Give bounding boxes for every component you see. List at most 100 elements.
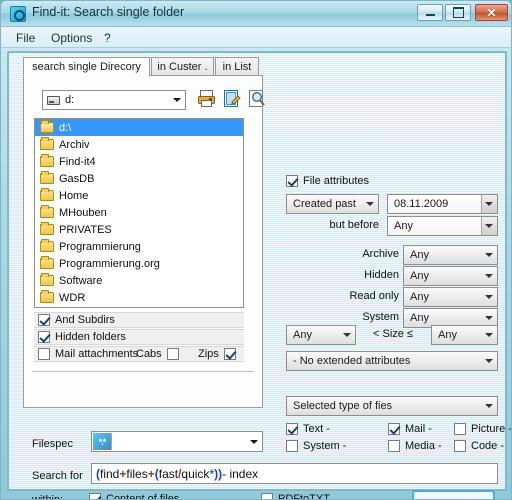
checkbox-cabs-label: Cabs: [136, 348, 162, 360]
search-token: +: [119, 466, 127, 481]
folder-list-item[interactable]: GasDB: [35, 170, 243, 187]
drive-icon: [47, 96, 60, 105]
minimize-button[interactable]: [417, 4, 443, 21]
tab-in-list[interactable]: in List: [215, 57, 259, 76]
checkbox-file-type[interactable]: Text -: [286, 423, 330, 435]
menu-item-file[interactable]: File: [11, 30, 40, 46]
folder-list-item[interactable]: WDR: [35, 289, 243, 306]
menu-item-options[interactable]: Options: [46, 30, 97, 46]
checkbox-pdf-to-txt-box: [261, 493, 273, 499]
folder-label: MHouben: [59, 206, 107, 219]
chevron-down-icon: [485, 404, 493, 408]
checkbox-file-type[interactable]: System -: [286, 440, 346, 452]
search-token: - index: [222, 466, 259, 481]
checkbox-file-type[interactable]: Mail -: [388, 423, 432, 435]
properties-icon[interactable]: [221, 88, 242, 109]
extended-attributes-select[interactable]: - No extended attributes: [286, 351, 498, 371]
label-filespec: Filespec: [32, 438, 73, 450]
folder-list-item[interactable]: d:\: [35, 119, 243, 136]
chevron-down-icon: [485, 274, 493, 278]
chevron-down-icon: [485, 333, 493, 337]
search-token: +: [147, 466, 155, 481]
checkbox-file-type-label: Media -: [405, 440, 442, 452]
size-max-select[interactable]: Any: [431, 325, 498, 345]
checkbox-cabs[interactable]: Cabs: [136, 348, 179, 360]
size-min-select[interactable]: Any: [286, 325, 356, 345]
checkbox-file-type-box: [286, 423, 298, 435]
folder-icon: [40, 239, 54, 252]
maximize-button[interactable]: [445, 4, 471, 21]
checkbox-file-type[interactable]: Picture -: [454, 423, 512, 435]
hidden-select[interactable]: Any: [403, 266, 498, 286]
print-icon[interactable]: [196, 88, 217, 109]
filespec-input[interactable]: *.*: [91, 431, 263, 452]
drive-select[interactable]: d:: [42, 90, 186, 110]
folder-tree-list[interactable]: d:\ Archiv Find-it4 GasDB Home MHouben PRIVATE…: [34, 118, 244, 308]
folder-icon: [40, 273, 54, 286]
read-only-value: Any: [410, 291, 429, 303]
preview-magnifier-icon[interactable]: [246, 88, 267, 109]
search-token: find: [100, 466, 120, 481]
label-read-only: Read only: [349, 290, 399, 302]
checkbox-pdf-to-txt[interactable]: PDFtoTXT: [261, 493, 330, 499]
checkbox-zips[interactable]: Zips: [198, 348, 236, 360]
checkbox-content-of-files-box: [89, 493, 101, 499]
label-hidden: Hidden: [364, 269, 399, 281]
title-bar: Find-it: Search single folder ✕: [1, 1, 511, 27]
chevron-down-icon: [485, 359, 493, 363]
tab-in-cluster[interactable]: in Custer .: [151, 57, 214, 76]
checkbox-file-type-box: [388, 440, 400, 452]
checkbox-file-type-label: System -: [303, 440, 347, 452]
tab-search-single-directory[interactable]: search single Direcory: [23, 57, 150, 77]
folder-list-item[interactable]: Find-it4: [35, 153, 243, 170]
label-system: System: [362, 311, 399, 323]
checkbox-file-type-label: Text -: [303, 423, 330, 435]
folder-label: Software: [59, 274, 103, 287]
created-mode-select[interactable]: Created past: [286, 194, 379, 214]
checkbox-file-type[interactable]: Code -: [454, 440, 504, 452]
checkbox-and-subdirs-box: [38, 314, 50, 326]
checkbox-hidden-folders[interactable]: Hidden folders: [38, 331, 126, 343]
chevron-down-icon: [343, 333, 351, 337]
folder-icon: [40, 137, 54, 150]
file-type-select[interactable]: Selected type of fies: [286, 396, 498, 416]
app-magnifier-icon: [10, 6, 26, 22]
checkbox-content-of-files[interactable]: Content of files: [89, 493, 179, 499]
folder-icon: [40, 205, 54, 218]
chevron-down-icon: [485, 253, 493, 257]
folder-label: PRIVATES: [59, 223, 112, 236]
checkbox-and-subdirs[interactable]: And Subdirs: [38, 314, 115, 326]
client-area: search single Direcory in Custer . in Li…: [7, 51, 511, 499]
folder-label: Archiv: [59, 138, 90, 151]
folder-list-item[interactable]: Programmierung: [35, 238, 243, 255]
folder-list-item[interactable]: Programmierung.org: [35, 255, 243, 272]
folder-list-item[interactable]: Home: [35, 187, 243, 204]
created-date-select[interactable]: 08.11.2009: [387, 194, 498, 214]
folder-list-item[interactable]: Archiv: [35, 136, 243, 153]
archive-select[interactable]: Any: [403, 245, 498, 265]
chevron-down-icon: [485, 316, 493, 320]
search-for-input[interactable]: (find + files + (fast / quick *)) - index: [91, 463, 498, 484]
checkbox-mail-attachments[interactable]: Mail attachments: [38, 348, 138, 360]
start-button[interactable]: Start: [412, 490, 495, 499]
label-search-for: Search for: [32, 470, 83, 482]
folder-list-item[interactable]: Software: [35, 272, 243, 289]
checkbox-file-attributes[interactable]: File attributes: [286, 175, 369, 187]
application-window: Find-it: Search single folder ✕ File Opt…: [0, 0, 512, 500]
folder-icon: [40, 290, 54, 303]
checkbox-file-type-label: Picture -: [471, 423, 512, 435]
menu-item-help[interactable]: ?: [99, 30, 116, 46]
file-type-value: Selected type of fies: [293, 400, 393, 412]
maximize-icon: [446, 5, 470, 20]
read-only-select[interactable]: Any: [403, 287, 498, 307]
folder-list-item[interactable]: PRIVATES: [35, 221, 243, 238]
system-value: Any: [410, 312, 429, 324]
close-button[interactable]: ✕: [475, 4, 508, 21]
folder-list-item[interactable]: MHouben: [35, 204, 243, 221]
filespec-wildcard-icon: *.*: [93, 433, 112, 450]
checkbox-file-type-box: [454, 440, 466, 452]
label-but-before: but before: [329, 219, 379, 231]
but-before-select[interactable]: Any: [387, 216, 498, 236]
checkbox-file-type[interactable]: Media -: [388, 440, 442, 452]
hidden-value: Any: [410, 270, 429, 282]
